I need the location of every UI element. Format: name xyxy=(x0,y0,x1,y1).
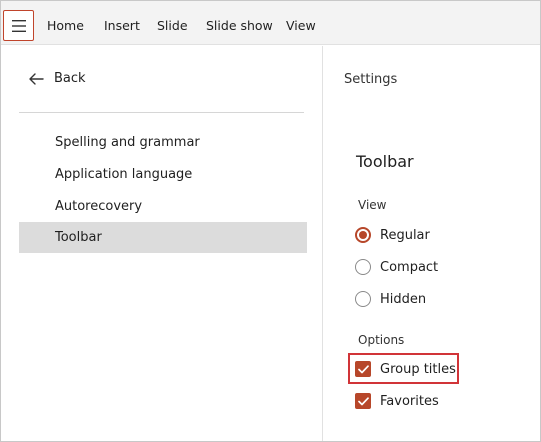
checkbox-label: Favorites xyxy=(380,393,439,409)
nav-item-spelling-and-grammar[interactable]: Spelling and grammar xyxy=(19,127,307,158)
nav-item-application-language[interactable]: Application language xyxy=(19,159,307,190)
tab-slide[interactable]: Slide xyxy=(157,18,188,33)
checkbox-group-titles[interactable]: Group titles xyxy=(355,359,456,379)
breadcrumb: Settings xyxy=(344,72,398,87)
arrow-left-icon xyxy=(29,72,44,85)
tab-home[interactable]: Home xyxy=(47,18,84,33)
options-group-label: Options xyxy=(358,333,405,347)
back-button[interactable]: Back xyxy=(29,71,86,86)
nav-divider xyxy=(19,112,304,113)
radio-regular[interactable]: Regular xyxy=(355,225,430,245)
app-window: Home Insert Slide Slide show View Back S… xyxy=(0,0,541,442)
back-label: Back xyxy=(54,71,86,86)
nav-item-toolbar[interactable]: Toolbar xyxy=(19,222,307,253)
settings-nav-pane: Back Spelling and grammar Application la… xyxy=(1,46,323,441)
menu-bar: Home Insert Slide Slide show View xyxy=(1,1,540,45)
radio-hidden[interactable]: Hidden xyxy=(355,289,426,309)
checkbox-favorites[interactable]: Favorites xyxy=(355,391,439,411)
nav-item-label: Toolbar xyxy=(55,230,102,245)
section-title: Toolbar xyxy=(356,152,414,171)
hamburger-icon xyxy=(11,19,26,32)
nav-item-label: Application language xyxy=(55,167,193,182)
nav-item-label: Autorecovery xyxy=(55,199,143,214)
view-group-label: View xyxy=(358,198,387,212)
tab-view[interactable]: View xyxy=(286,18,316,33)
tab-insert[interactable]: Insert xyxy=(104,18,140,33)
checkmark-icon xyxy=(357,396,369,405)
settings-content-pane: Settings Toolbar View Regular Compact Hi… xyxy=(324,46,540,441)
radio-button-checked[interactable] xyxy=(355,227,371,243)
radio-label: Compact xyxy=(380,259,439,275)
checkbox-checked[interactable] xyxy=(355,361,371,377)
radio-button[interactable] xyxy=(355,291,371,307)
nav-item-label: Spelling and grammar xyxy=(55,135,200,150)
radio-compact[interactable]: Compact xyxy=(355,257,438,277)
radio-label: Regular xyxy=(380,227,430,243)
checkmark-icon xyxy=(357,364,369,373)
tab-slide-show[interactable]: Slide show xyxy=(206,18,273,33)
radio-button[interactable] xyxy=(355,259,371,275)
radio-label: Hidden xyxy=(380,291,427,307)
menu-button[interactable] xyxy=(3,10,34,41)
nav-item-autorecovery[interactable]: Autorecovery xyxy=(19,191,307,222)
checkbox-label: Group titles xyxy=(380,361,456,377)
checkbox-checked[interactable] xyxy=(355,393,371,409)
